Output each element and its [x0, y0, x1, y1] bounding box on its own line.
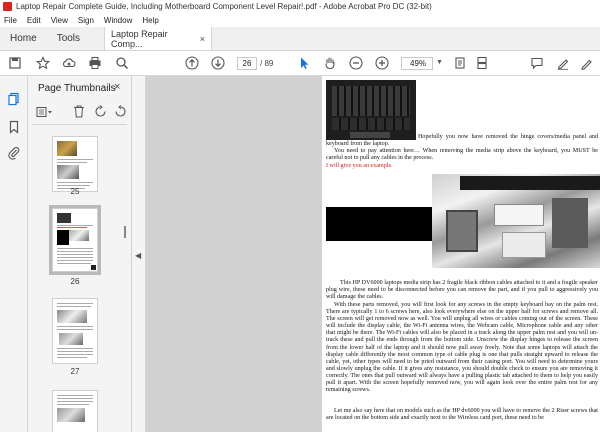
rotate-clockwise-icon[interactable]: [114, 105, 127, 118]
bookmark-icon[interactable]: [7, 120, 21, 134]
panel-title: Page Thumbnails: [38, 83, 116, 94]
save-icon[interactable]: [8, 56, 22, 70]
paragraph-2: You need to pay attention here… When rem…: [326, 148, 598, 162]
tab-close-icon[interactable]: ×: [200, 34, 205, 44]
tab-bar: Home Tools Laptop Repair Comp... ×: [0, 27, 600, 51]
document-page: Hopefully you now have removed the hinge…: [322, 76, 600, 432]
page-thumbnail-25[interactable]: [52, 136, 98, 192]
menu-help[interactable]: Help: [142, 16, 158, 25]
paragraph-3: I will give you an example.: [326, 163, 393, 169]
bookmark-star-icon[interactable]: [36, 56, 50, 70]
page-thumbnail-26[interactable]: [49, 205, 101, 275]
tab-home[interactable]: Home: [0, 27, 47, 50]
collapse-panel-icon[interactable]: ◀: [135, 251, 141, 260]
select-cursor-icon[interactable]: [297, 56, 311, 70]
delete-page-icon[interactable]: [73, 105, 85, 118]
zoom-search-icon[interactable]: [115, 56, 129, 70]
attachment-paperclip-icon[interactable]: [7, 146, 21, 160]
scroll-mode-icon[interactable]: [475, 56, 489, 70]
menu-bar: File Edit View Sign Window Help: [0, 13, 600, 27]
paragraph-4: This HP DV6000 laptops media strip has 2…: [326, 280, 598, 301]
paragraph-5: With these parts removed, you will first…: [326, 302, 598, 394]
menu-edit[interactable]: Edit: [27, 16, 41, 25]
page-total: / 89: [260, 59, 274, 68]
page-thumbnails-icon[interactable]: [7, 92, 21, 106]
tab-tools[interactable]: Tools: [47, 27, 90, 50]
menu-file[interactable]: File: [4, 16, 17, 25]
black-photo-placeholder: [326, 207, 434, 241]
hand-tool-icon[interactable]: [323, 56, 337, 70]
rotate-counterclockwise-icon[interactable]: [94, 105, 107, 118]
tab-document[interactable]: Laptop Repair Comp... ×: [104, 27, 213, 50]
window-title: Laptop Repair Complete Guide, Including …: [16, 2, 432, 11]
draw-pen-icon[interactable]: [580, 56, 594, 70]
page-thumbnails-panel: Page Thumbnails × 25 26 27: [28, 76, 132, 432]
navigation-rail: [0, 76, 28, 432]
thumbnail-label-26: 26: [70, 277, 80, 286]
paragraph-1: Hopefully you now have removed the hinge…: [326, 134, 598, 148]
laptop-internals-photo: [432, 174, 600, 268]
panel-resize-handle[interactable]: [124, 226, 126, 238]
zoom-level-input[interactable]: 49%: [401, 57, 433, 70]
keyboard-photo: [326, 80, 416, 140]
panel-separator: [32, 124, 127, 125]
thumbnail-options-icon[interactable]: [36, 106, 54, 118]
tab-document-label: Laptop Repair Comp...: [111, 28, 168, 49]
zoom-in-icon[interactable]: [375, 56, 389, 70]
comment-icon[interactable]: [530, 56, 544, 70]
page-number-input[interactable]: 26: [237, 57, 257, 70]
cloud-upload-icon[interactable]: [62, 56, 76, 70]
menu-window[interactable]: Window: [104, 16, 132, 25]
thumbnail-label-27: 27: [70, 367, 80, 376]
next-page-icon[interactable]: [211, 56, 225, 70]
toolbar: 26 / 89 49% ▼: [0, 51, 600, 76]
thumbnail-label-25: 25: [70, 187, 80, 196]
title-bar: Laptop Repair Complete Guide, Including …: [0, 0, 600, 13]
paragraph-6: Let me also say here that on models such…: [326, 408, 598, 422]
menu-sign[interactable]: Sign: [78, 16, 94, 25]
zoom-out-icon[interactable]: [349, 56, 363, 70]
page-thumbnail-27[interactable]: [52, 298, 98, 364]
document-viewer[interactable]: Hopefully you now have removed the hinge…: [146, 76, 600, 432]
fit-page-icon[interactable]: [453, 56, 467, 70]
previous-page-icon[interactable]: [185, 56, 199, 70]
panel-close-icon[interactable]: ×: [114, 81, 120, 93]
print-icon[interactable]: [88, 56, 102, 70]
menu-view[interactable]: View: [51, 16, 68, 25]
highlight-pen-icon[interactable]: [556, 56, 570, 70]
page-thumbnail-28[interactable]: [52, 390, 98, 432]
acrobat-logo-icon: [3, 2, 12, 11]
panel-divider[interactable]: ◀: [132, 76, 146, 432]
zoom-dropdown-icon[interactable]: ▼: [436, 59, 443, 66]
